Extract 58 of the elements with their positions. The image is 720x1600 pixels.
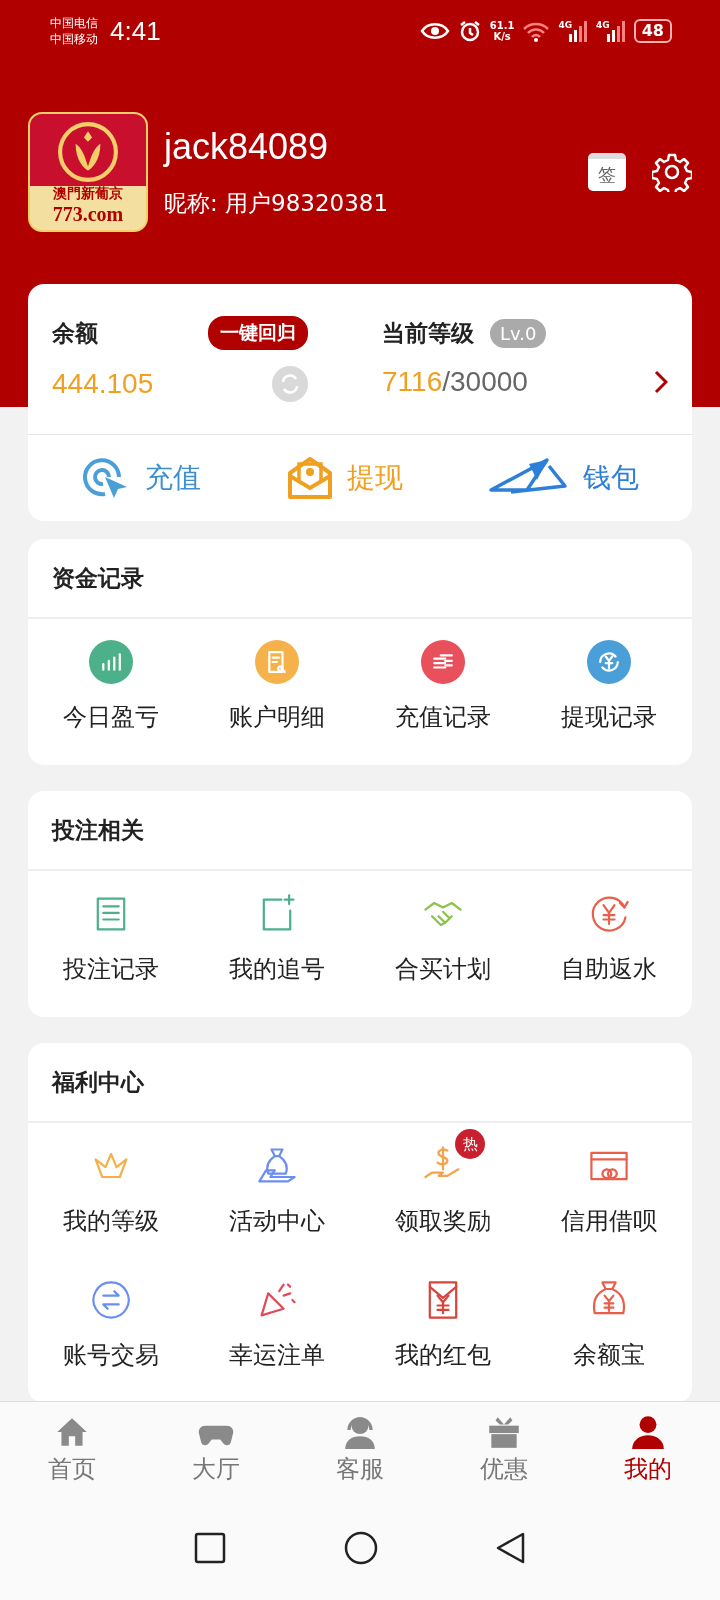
envelope-icon[interactable]	[287, 456, 333, 500]
network-type: 4G	[558, 20, 573, 30]
wifi-icon	[522, 20, 551, 42]
document-icon[interactable]	[255, 640, 299, 684]
person-icon	[629, 1413, 667, 1451]
battery-level: 48	[633, 19, 672, 43]
settings-icon[interactable]	[652, 152, 692, 192]
nav-tab[interactable]: 客服	[300, 1402, 420, 1496]
back-icon[interactable]	[496, 1532, 526, 1564]
nickname: 昵称: 用户98320381	[164, 188, 389, 218]
menu-item-label[interactable]: 账号交易	[63, 1339, 159, 1371]
menu-item-label[interactable]: 我的红包	[395, 1339, 491, 1371]
sign-in-button[interactable]: 签	[588, 153, 626, 191]
nav-tab[interactable]: 我的	[588, 1402, 708, 1496]
chevron-right-icon[interactable]	[654, 370, 668, 394]
carrier-name: 中国移动	[50, 31, 98, 47]
hot-badge: 热	[455, 1129, 485, 1159]
yen-cycle-icon[interactable]	[587, 640, 631, 684]
section-title: 资金记录	[28, 539, 692, 619]
menu-item-label[interactable]: 幸运注单	[229, 1339, 325, 1371]
bar-chart-icon[interactable]	[89, 640, 133, 684]
balance-amount: 444.105	[52, 368, 154, 400]
menu-item-label[interactable]: 账户明细	[229, 701, 325, 733]
home-button-icon[interactable]	[344, 1531, 378, 1565]
nav-tab[interactable]: 大厅	[156, 1402, 276, 1496]
menu-item-label[interactable]: 合买计划	[395, 953, 491, 985]
logo-text: 澳門新葡京	[53, 185, 123, 203]
section-title: 投注相关	[28, 791, 692, 871]
menu-item-label[interactable]: 自助返水	[561, 953, 657, 985]
clock-time: 4:41	[110, 15, 161, 47]
logo-text: 773.com	[52, 203, 124, 226]
username: jack84089	[164, 125, 330, 168]
menu-item-label[interactable]: 领取奖励	[395, 1205, 491, 1237]
action-label[interactable]: 钱包	[583, 459, 639, 497]
menu-item-label[interactable]: 信用借呗	[561, 1205, 657, 1237]
menu-item-label[interactable]: 提现记录	[561, 701, 657, 733]
menu-item-label[interactable]: 我的追号	[229, 953, 325, 985]
exchange-icon[interactable]	[89, 1278, 133, 1322]
menu-item-label[interactable]: 充值记录	[395, 701, 491, 733]
menu-item-label[interactable]: 我的等级	[63, 1205, 159, 1237]
nav-tab[interactable]: 首页	[12, 1402, 132, 1496]
level-label: 当前等级	[382, 318, 474, 348]
recents-icon[interactable]	[194, 1532, 226, 1564]
section-title: 福利中心	[28, 1043, 692, 1123]
network-speed: 61.1	[489, 20, 515, 31]
nav-tab[interactable]: 优惠	[444, 1402, 564, 1496]
network-speed: K/s	[493, 31, 511, 42]
level-target: /30000	[442, 366, 528, 398]
menu-item-label[interactable]: 活动中心	[229, 1205, 325, 1237]
network-type: 4G	[596, 20, 610, 30]
balance-label: 余额	[52, 318, 98, 348]
carrier-name: 中国电信	[50, 15, 98, 31]
menu-item-label[interactable]: 余额宝	[573, 1339, 645, 1371]
menu-item-label[interactable]: 投注记录	[63, 953, 159, 985]
menu-item-label[interactable]: 今日盈亏	[63, 701, 159, 733]
recall-button[interactable]: 一键回归	[208, 316, 308, 350]
level-badge: Lv.0	[490, 318, 547, 348]
eye-icon	[419, 21, 450, 41]
